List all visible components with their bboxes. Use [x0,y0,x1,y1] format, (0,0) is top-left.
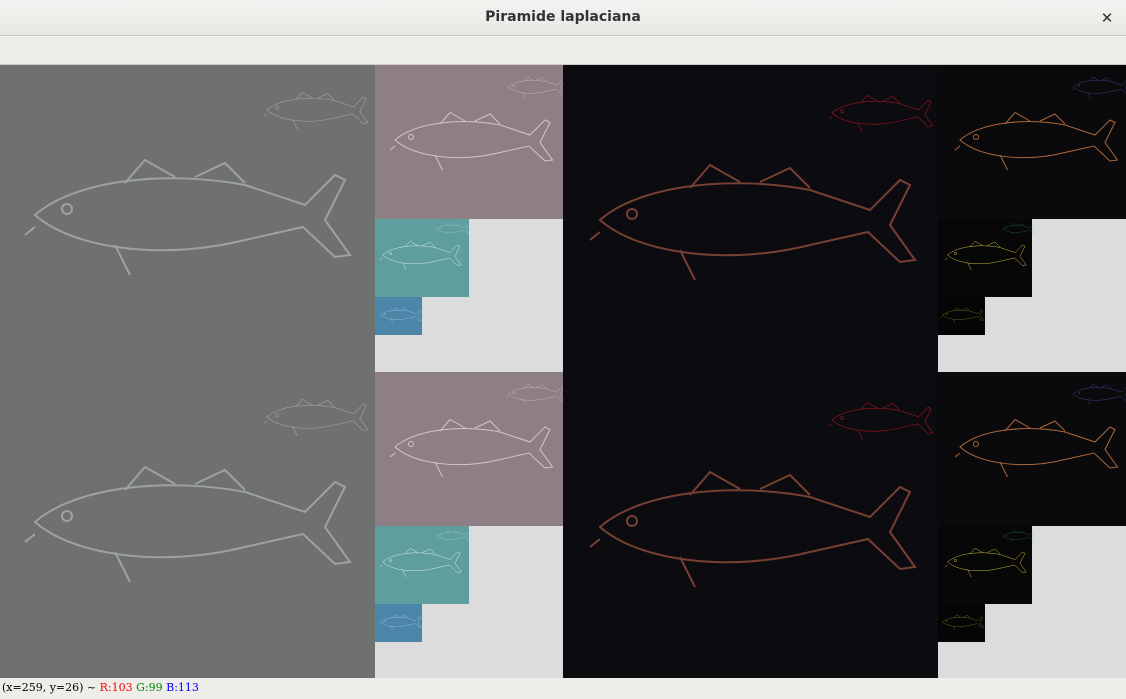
dark-level3-panel [938,604,985,642]
level1-mauve-panel [375,65,563,219]
title-bar[interactable]: Piramide laplaciana ✕ [0,0,1126,36]
level0-gray-panel [0,65,375,372]
pyramid-bottom-half [0,372,1126,678]
level0-gray-panel [0,372,375,678]
cursor-coords: (x=259, y=26) ~ [2,681,97,694]
pixel-green-value: G:99 [136,681,163,694]
status-bar: (x=259, y=26) ~ R:103 G:99 B:113 [0,678,1126,699]
image-canvas[interactable] [0,65,1126,678]
level3-blue-panel [375,297,422,335]
pixel-red-value: R:103 [99,681,133,694]
dark-level3-panel [938,297,985,335]
dark-level1-panel [938,372,1126,526]
level2-teal-panel [375,219,469,297]
dark-level0-panel [563,65,938,372]
level2-teal-panel [375,526,469,604]
toolbar [0,37,1126,65]
level1-mauve-panel [375,372,563,526]
pixel-blue-value: B:113 [166,681,199,694]
level3-blue-panel [375,604,422,642]
pyramid-top-half [0,65,1126,372]
window-title: Piramide laplaciana [485,9,641,25]
close-icon[interactable]: ✕ [1096,7,1118,29]
pyramid-image [0,65,1126,678]
dark-level1-panel [938,65,1126,219]
app-window: Piramide laplaciana ✕ (x=259, y=26) ~ R:… [0,0,1126,699]
dark-level0-panel [563,372,938,678]
